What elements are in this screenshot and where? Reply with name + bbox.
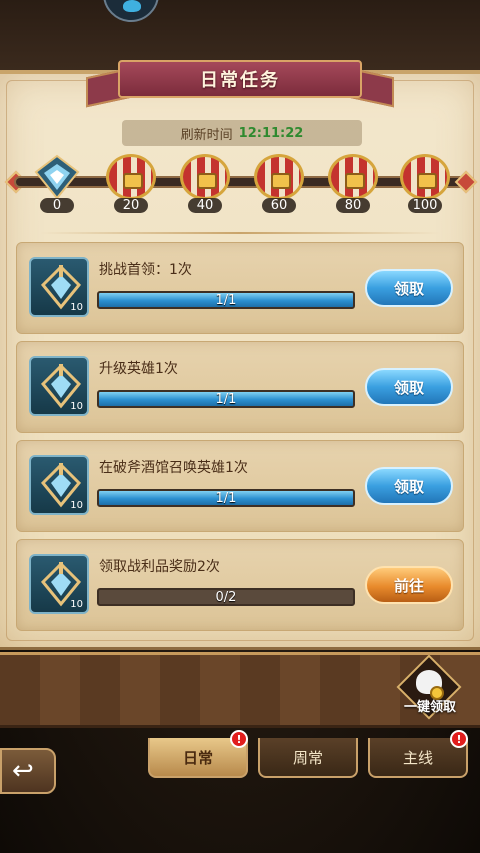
milestone-4[interactable]: 80 bbox=[326, 152, 380, 213]
task-card: 10 升级英雄1次 1/1 领取 bbox=[16, 341, 464, 433]
milestone-value: 100 bbox=[408, 198, 442, 213]
back-button[interactable]: ↩ bbox=[0, 748, 56, 794]
tab-label: 周常 bbox=[292, 748, 323, 767]
divider bbox=[40, 232, 440, 234]
reward-amount: 10 bbox=[70, 302, 83, 313]
title-ribbon: 日常任务 bbox=[86, 60, 394, 108]
reward-amount: 10 bbox=[70, 599, 83, 610]
claim-all-button[interactable]: 一键领取 bbox=[396, 654, 464, 724]
refresh-timer: 刷新时间 12:11:22 bbox=[122, 120, 362, 146]
treasure-chest-icon bbox=[254, 154, 304, 200]
activity-emblem-icon bbox=[32, 154, 82, 200]
back-arrow-icon: ↩ bbox=[12, 756, 34, 786]
refresh-time: 12:11:22 bbox=[238, 125, 304, 141]
task-progress-bar: 0/2 bbox=[97, 588, 355, 606]
go-button[interactable]: 前往 bbox=[365, 566, 453, 604]
task-progress-text: 1/1 bbox=[215, 490, 237, 506]
reward-amount: 10 bbox=[70, 500, 83, 511]
treasure-chest-icon bbox=[180, 154, 230, 200]
task-card: 10 在破斧酒馆召唤英雄1次 1/1 领取 bbox=[16, 440, 464, 532]
milestone-0[interactable]: 0 bbox=[30, 152, 84, 213]
milestone-value: 20 bbox=[114, 198, 148, 213]
reward-amount: 10 bbox=[70, 401, 83, 412]
milestone-value: 80 bbox=[336, 198, 370, 213]
claim-button[interactable]: 领取 bbox=[365, 467, 453, 505]
milestone-value: 60 bbox=[262, 198, 296, 213]
treasure-chest-icon bbox=[106, 154, 156, 200]
task-progress-text: 1/1 bbox=[215, 292, 237, 308]
task-progress-text: 1/1 bbox=[215, 391, 237, 407]
refresh-label: 刷新时间 bbox=[180, 127, 233, 143]
tab-label: 主线 bbox=[402, 748, 433, 767]
treasure-chest-icon bbox=[400, 154, 450, 200]
claim-button[interactable]: 领取 bbox=[365, 269, 453, 307]
claim-all-label: 一键领取 bbox=[403, 700, 456, 715]
milestone-value: 40 bbox=[188, 198, 222, 213]
task-progress-bar: 1/1 bbox=[97, 291, 355, 309]
task-card: 10 挑战首领：1次 1/1 领取 bbox=[16, 242, 464, 334]
task-name: 在破斧酒馆召唤英雄1次 bbox=[99, 460, 248, 476]
task-progress-bar: 1/1 bbox=[97, 489, 355, 507]
task-card: 10 领取战利品奖励2次 0/2 前往 bbox=[16, 539, 464, 631]
task-progress-text: 0/2 bbox=[215, 589, 237, 605]
activity-reward-icon: 10 bbox=[29, 356, 89, 416]
task-name: 领取战利品奖励2次 bbox=[99, 559, 220, 575]
treasure-chest-icon bbox=[328, 154, 378, 200]
activity-reward-icon: 10 bbox=[29, 455, 89, 515]
activity-reward-icon: 10 bbox=[29, 257, 89, 317]
tab-1[interactable]: 周常 bbox=[258, 738, 358, 778]
claim-button[interactable]: 领取 bbox=[365, 368, 453, 406]
notification-badge: ! bbox=[450, 730, 468, 748]
task-name: 挑战首领：1次 bbox=[99, 262, 192, 278]
milestone-2[interactable]: 40 bbox=[178, 152, 232, 213]
tab-label: 日常 bbox=[182, 748, 213, 767]
milestone-1[interactable]: 20 bbox=[104, 152, 158, 213]
notification-badge: ! bbox=[230, 730, 248, 748]
milestone-5[interactable]: 100 bbox=[398, 152, 452, 213]
milestone-value: 0 bbox=[40, 198, 74, 213]
task-progress-bar: 1/1 bbox=[97, 390, 355, 408]
task-name: 升级英雄1次 bbox=[99, 361, 178, 377]
milestone-3[interactable]: 60 bbox=[252, 152, 306, 213]
page-title: 日常任务 bbox=[118, 60, 362, 98]
activity-reward-icon: 10 bbox=[29, 554, 89, 614]
